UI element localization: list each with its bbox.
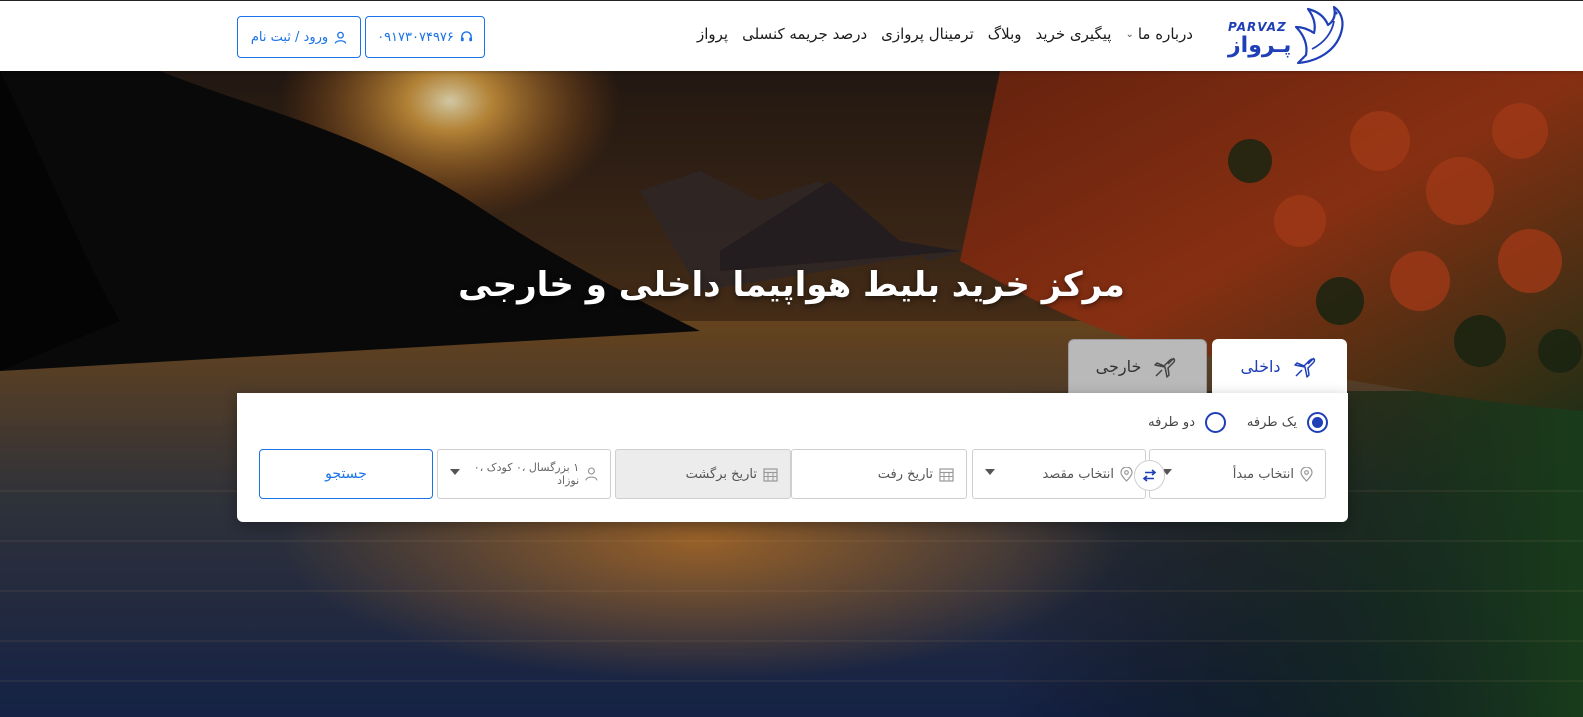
search-button[interactable]: جستجو bbox=[259, 449, 433, 499]
destination-select[interactable]: انتخاب مقصد bbox=[972, 449, 1146, 499]
radio-one-way[interactable]: یک طرفه bbox=[1247, 412, 1328, 433]
login-register-label: ورود / ثبت نام bbox=[250, 29, 329, 45]
nav-item-flight[interactable]: پرواز bbox=[697, 25, 728, 43]
login-register-button[interactable]: ورود / ثبت نام bbox=[237, 16, 361, 58]
flight-search-panel: یک طرفه دو طرفه انتخاب مبدأ انتخاب مقصد … bbox=[237, 393, 1348, 522]
caret-down-icon bbox=[985, 469, 995, 475]
nav-item-terminals[interactable]: ترمینال پروازی bbox=[881, 25, 974, 43]
origin-select[interactable]: انتخاب مبدأ bbox=[1149, 449, 1326, 499]
return-date-placeholder: تاریخ برگشت bbox=[685, 466, 757, 482]
tab-domestic-label: داخلی bbox=[1240, 357, 1281, 376]
round-trip-label: دو طرفه bbox=[1148, 415, 1195, 430]
site-logo[interactable]: PARVAZ پـرواز bbox=[1228, 5, 1348, 67]
departure-date-field[interactable]: تاریخ رفت bbox=[791, 449, 967, 499]
return-date-field[interactable]: تاریخ برگشت bbox=[615, 449, 791, 499]
swap-arrows-icon bbox=[1142, 469, 1157, 482]
swap-button[interactable] bbox=[1134, 460, 1165, 491]
nav-item-cancellation-penalty[interactable]: درصد جریمه کنسلی bbox=[742, 25, 867, 43]
passenger-count-text: ۱ بزرگسال ،۰ کودک ،۰ نوزاد bbox=[473, 461, 580, 487]
nav-item-label: پرواز bbox=[696, 25, 729, 43]
phone-button[interactable]: ۰۹۱۷۳۰۷۴۹۷۶ bbox=[365, 16, 485, 58]
radio-round-trip[interactable]: دو طرفه bbox=[1148, 412, 1226, 433]
user-icon bbox=[334, 31, 347, 44]
location-pin-icon bbox=[1300, 466, 1313, 482]
nav-item-label: ترمینال پروازی bbox=[881, 25, 974, 43]
destination-placeholder: انتخاب مقصد bbox=[1042, 466, 1114, 482]
phone-number: ۰۹۱۷۳۰۷۴۹۷۶ bbox=[377, 29, 454, 45]
nav-item-label: درباره ما bbox=[1137, 25, 1193, 43]
logo-persian-text: پـرواز bbox=[1228, 33, 1292, 58]
tab-domestic[interactable]: داخلی bbox=[1212, 339, 1347, 394]
tab-international-label: خارجی bbox=[1095, 357, 1142, 376]
nav-item-label: وبلاگ bbox=[987, 25, 1022, 43]
radio-button-checked[interactable] bbox=[1307, 412, 1328, 433]
tab-international[interactable]: خارجی bbox=[1068, 339, 1207, 394]
site-header: PARVAZ پـرواز پرواز درصد جریمه کنسلی ترم… bbox=[0, 0, 1583, 71]
calendar-icon bbox=[763, 467, 778, 482]
headset-icon bbox=[460, 30, 472, 41]
main-nav: پرواز درصد جریمه کنسلی ترمینال پروازی وب… bbox=[697, 25, 1193, 43]
nav-item-about-us[interactable]: درباره ما ⌄ bbox=[1125, 25, 1193, 43]
nav-item-label: پیگیری خرید bbox=[1035, 25, 1112, 43]
caret-down-icon bbox=[450, 469, 460, 475]
calendar-icon bbox=[939, 467, 954, 482]
origin-placeholder: انتخاب مبدأ bbox=[1232, 466, 1294, 482]
nav-item-label: درصد جریمه کنسلی bbox=[742, 25, 868, 43]
nav-item-track-purchase[interactable]: پیگیری خرید bbox=[1036, 25, 1112, 43]
airplane-icon bbox=[1293, 356, 1315, 378]
user-icon bbox=[585, 467, 598, 481]
chevron-down-icon: ⌄ bbox=[1125, 28, 1134, 40]
nav-item-blog[interactable]: وبلاگ bbox=[988, 25, 1022, 43]
hero-section: مرکز خرید بلیط هواپیما داخلی و خارجی داخ… bbox=[0, 71, 1583, 717]
passenger-count-select[interactable]: ۱ بزرگسال ،۰ کودک ،۰ نوزاد bbox=[437, 449, 611, 499]
bird-logo-icon bbox=[1294, 5, 1344, 65]
one-way-label: یک طرفه bbox=[1246, 415, 1297, 430]
hero-title: مرکز خرید بلیط هواپیما داخلی و خارجی bbox=[458, 265, 1125, 305]
location-pin-icon bbox=[1120, 466, 1133, 482]
departure-date-placeholder: تاریخ رفت bbox=[877, 466, 933, 482]
airplane-icon bbox=[1154, 356, 1176, 378]
logo-latin-text: PARVAZ bbox=[1228, 20, 1287, 34]
radio-button[interactable] bbox=[1205, 412, 1226, 433]
